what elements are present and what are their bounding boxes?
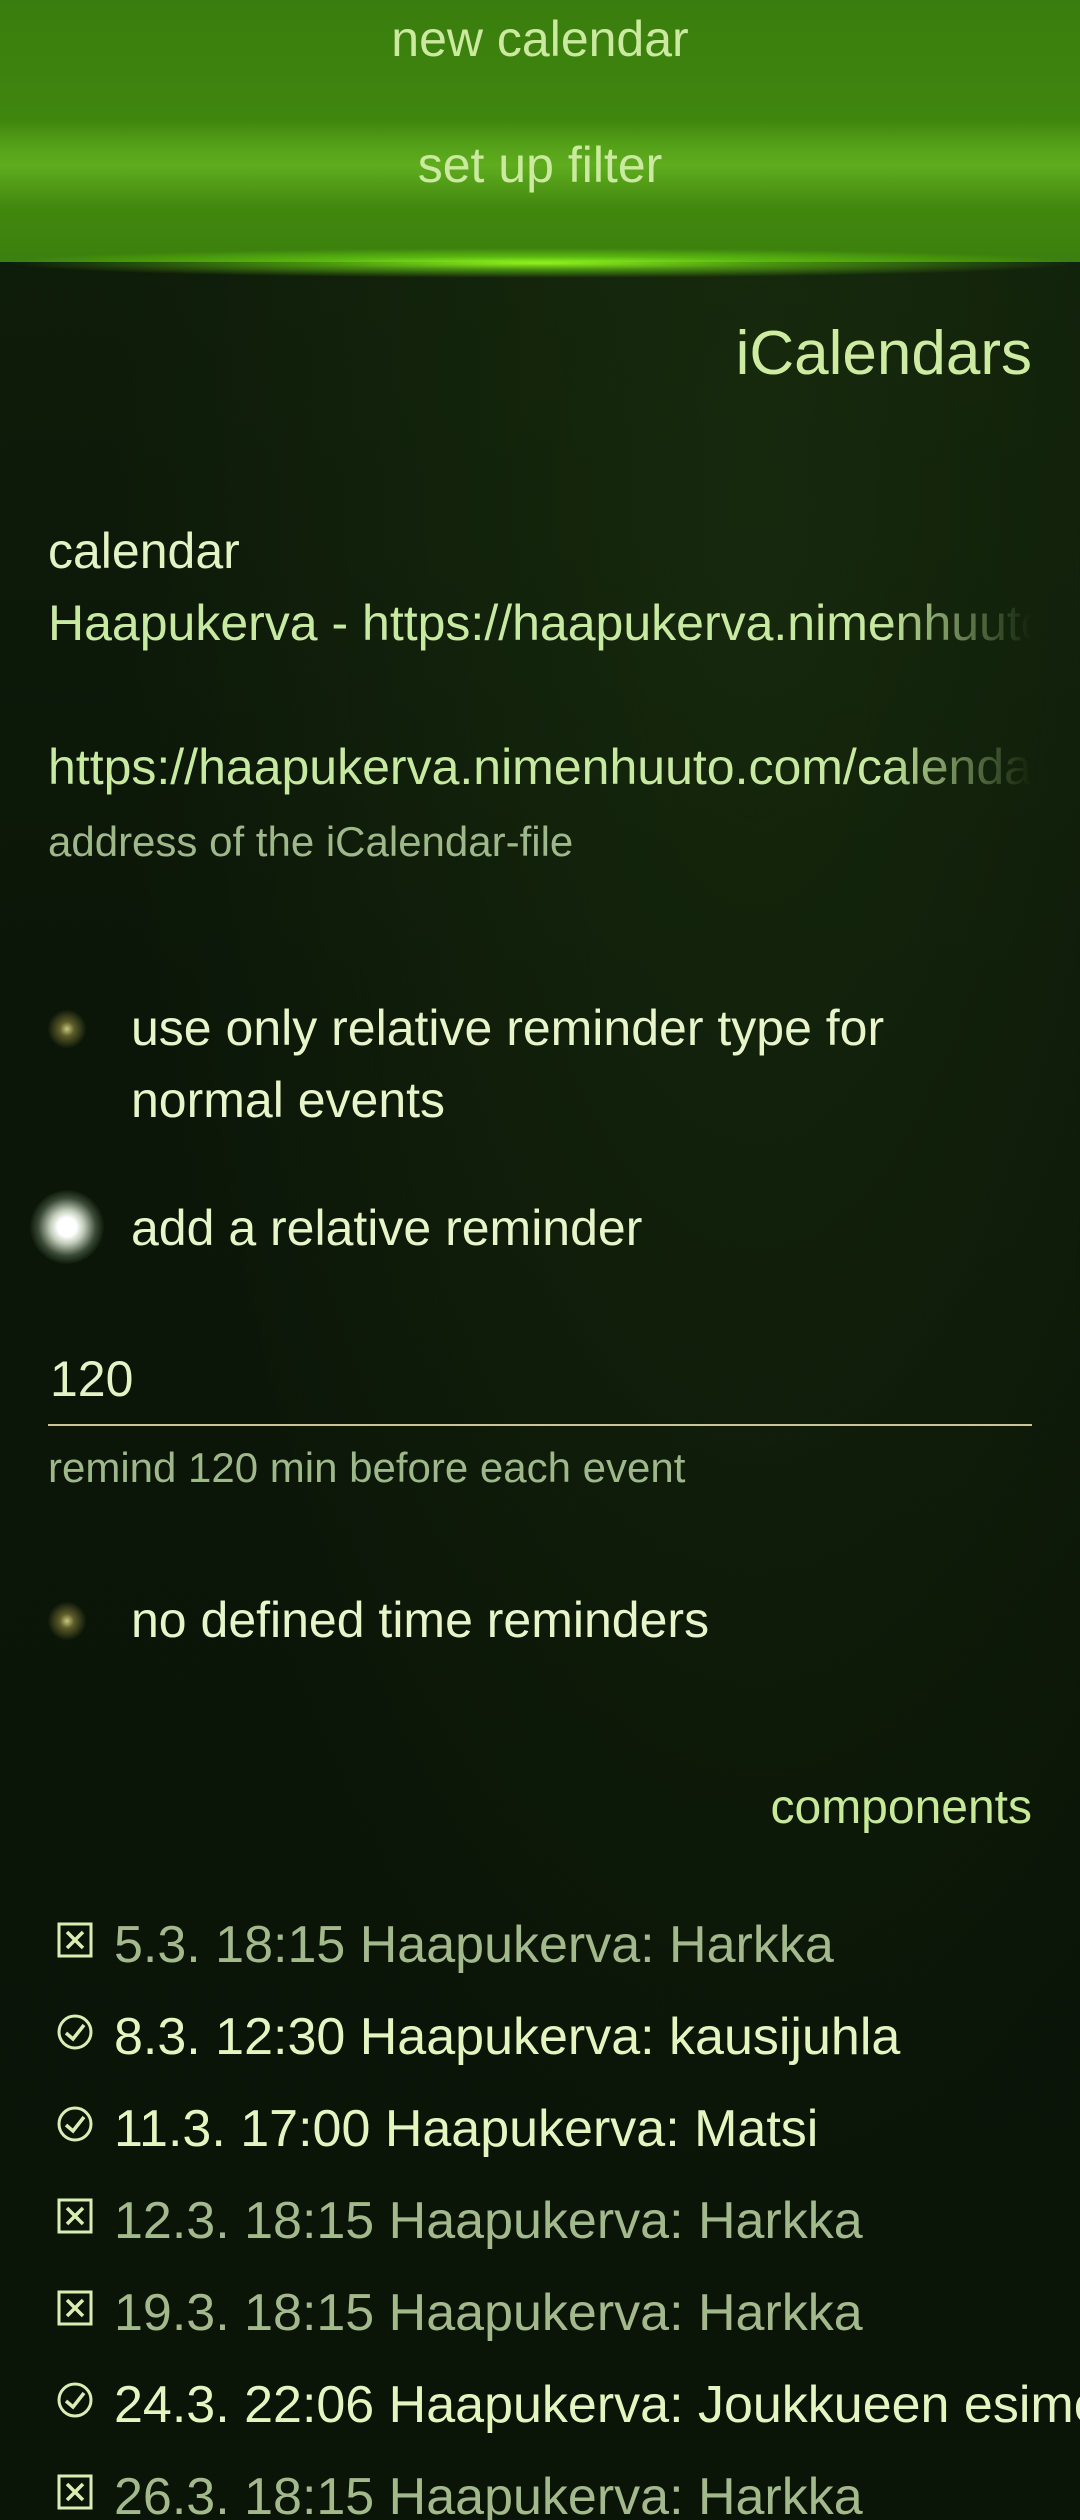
reminder-minutes-description: remind 120 min before each event [48,1444,686,1491]
components-section-header: components [770,1781,1033,1834]
page-title: iCalendars [735,319,1032,388]
component-row[interactable]: 19.3. 18:15 Haapukerva: Harkka [0,2283,1080,2353]
ical-address-description: address of the iCalendar-file [48,818,574,865]
reminder-minutes-underline [48,1424,1032,1426]
component-row[interactable]: 24.3. 22:06 Haapukerva: Joukkueen esime [0,2375,1080,2445]
component-row[interactable]: 11.3. 17:00 Haapukerva: Matsi [0,2099,1080,2169]
x-box-icon [57,1922,93,1958]
component-row[interactable]: 5.3. 18:15 Haapukerva: Harkka [0,1915,1080,1985]
menu-item-set-up-filter[interactable]: set up filter [0,130,1080,200]
switch-add-relative-label: add a relative reminder [131,1200,643,1256]
switch-indicator-icon [44,1598,90,1644]
menu-item-new-calendar[interactable]: new calendar [0,10,1080,68]
switch-relative-only-label: use only relative reminder type for norm… [131,1000,885,1128]
component-text: 19.3. 18:15 Haapukerva: Harkka [114,2284,863,2342]
x-box-icon [57,2198,93,2234]
calendar-combo-label[interactable]: calendar [48,522,240,580]
component-text: 8.3. 12:30 Haapukerva: kausijuhla [114,2008,901,2066]
component-text: 26.3. 18:15 Haapukerva: Harkka [114,2468,863,2520]
x-box-icon [57,2290,93,2326]
component-text: 11.3. 17:00 Haapukerva: Matsi [114,2100,819,2158]
switch-no-time-label: no defined time reminders [131,1592,710,1648]
switch-relative-only[interactable]: use only relative reminder type for norm… [0,972,1080,1128]
pulley-menu-indicator [0,248,1080,278]
component-text: 5.3. 18:15 Haapukerva: Harkka [114,1916,834,1974]
reminder-minutes-input[interactable]: 120 [50,1350,133,1408]
switch-indicator-icon [30,1190,104,1264]
calendar-combo-value[interactable]: Haapukerva - https://haapukerva.nimenhuu… [48,594,1032,652]
component-text: 12.3. 18:15 Haapukerva: Harkka [114,2192,863,2250]
switch-no-time-reminders[interactable]: no defined time reminders [0,1584,1080,1664]
component-row[interactable]: 8.3. 12:30 Haapukerva: kausijuhla [0,2007,1080,2077]
check-circle-icon [57,2106,93,2142]
check-circle-icon [57,2382,93,2418]
pulley-menu: new calendar set up filter [0,0,1080,262]
switch-indicator-icon [44,1006,90,1052]
component-row[interactable]: 12.3. 18:15 Haapukerva: Harkka [0,2191,1080,2261]
ical-address-field[interactable]: https://haapukerva.nimenhuuto.com/calend… [48,738,1032,796]
check-circle-icon [57,2014,93,2050]
switch-add-relative-reminder[interactable]: add a relative reminder [0,1190,1080,1270]
component-text: 24.3. 22:06 Haapukerva: Joukkueen esime [114,2376,1080,2434]
x-box-icon [57,2474,93,2510]
component-row[interactable]: 26.3. 18:15 Haapukerva: Harkka [0,2467,1080,2520]
